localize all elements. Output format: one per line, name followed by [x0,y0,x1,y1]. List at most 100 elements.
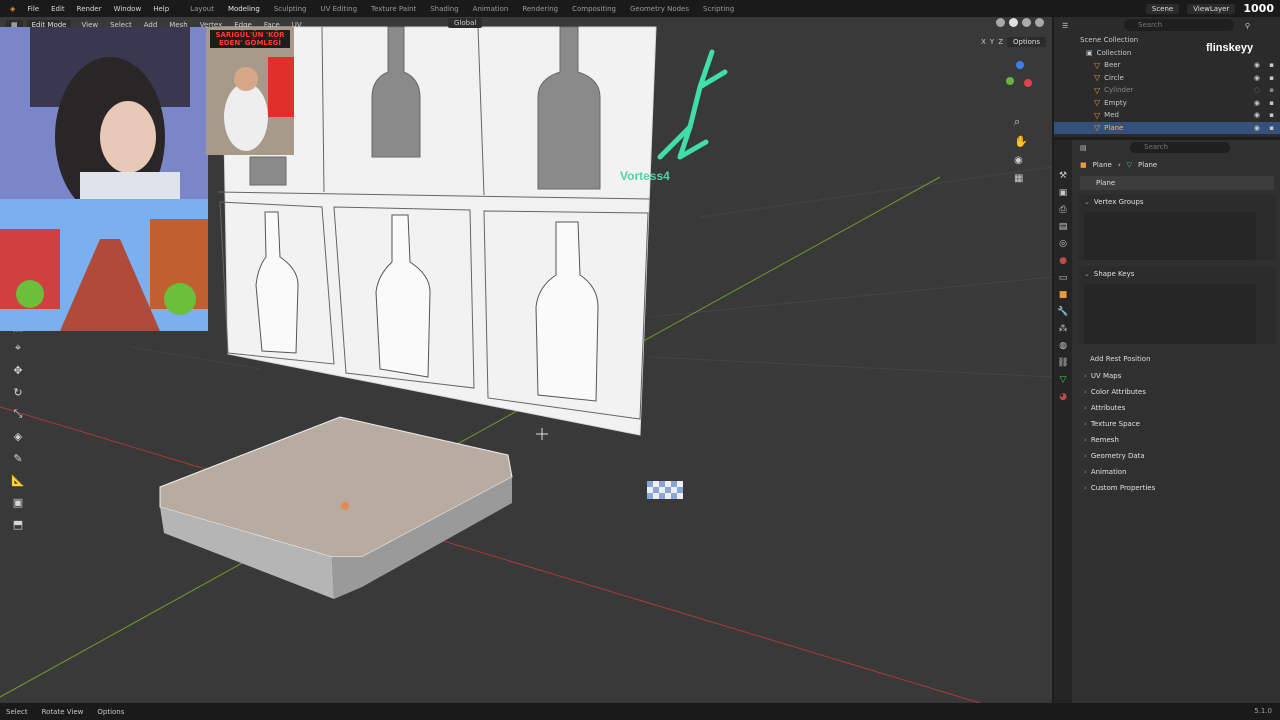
cursor-icon[interactable]: ⌖ [8,339,28,357]
modifier-tab-icon[interactable]: 🔧 [1057,306,1069,318]
rotate-icon[interactable]: ↻ [8,383,28,401]
3d-viewport[interactable]: ▦ Edit Mode View Select Add Mesh Vertex … [0,17,1052,703]
outliner-display-icon[interactable]: ☰ [1062,22,1068,30]
annotate-icon[interactable]: ✎ [8,449,28,467]
tab-animation[interactable]: Animation [466,5,516,13]
measure-icon[interactable]: 📐 [8,471,28,489]
outliner-search-input[interactable]: Search [1124,19,1234,31]
menu-file[interactable]: File [21,5,45,13]
render-camera-icon[interactable]: ▪ [1269,111,1274,119]
outliner-item-label: Med [1104,111,1119,120]
solid-shading-icon[interactable] [1009,18,1018,27]
vertex-groups-list[interactable] [1084,212,1256,260]
outliner-item-med[interactable]: ▽ Med ◉ ▪ [1054,109,1280,122]
menu-edit[interactable]: Edit [45,5,71,13]
tab-geometry-nodes[interactable]: Geometry Nodes [623,5,696,13]
properties-search-input[interactable]: Search [1130,142,1230,153]
view-layer-selector[interactable]: ViewLayer [1187,3,1236,14]
attributes-panel[interactable]: › Attributes [1078,400,1276,416]
animation-panel[interactable]: › Animation [1078,464,1276,480]
scene-selectors: Scene ViewLayer 1000 [1145,0,1274,17]
rendered-shading-icon[interactable] [1035,18,1044,27]
tab-uv-editing[interactable]: UV Editing [314,5,365,13]
world-tab-icon[interactable]: ● [1057,255,1069,267]
tab-scripting[interactable]: Scripting [696,5,741,13]
properties-panel: ⚒ ▣ ⎙ ▤ ◎ ● ▭ ■ 🔧 ⁂ ◍ ⛓ ▽ ◕ ▤ Search ■ P… [1054,140,1280,703]
axis-z-toggle[interactable]: Z [998,38,1003,46]
tab-shading[interactable]: Shading [423,5,465,13]
particles-tab-icon[interactable]: ⁂ [1057,323,1069,335]
render-tab-icon[interactable]: ▣ [1057,187,1069,199]
custom-properties-panel[interactable]: › Custom Properties [1078,480,1276,496]
extrude-icon[interactable]: ⬒ [8,515,28,533]
move-icon[interactable]: ✥ [8,361,28,379]
collection-tab-icon[interactable]: ▭ [1057,272,1069,284]
data-tab-icon[interactable]: ▽ [1057,374,1069,386]
chevron-down-icon: ⌄ [1084,270,1090,278]
material-tab-icon[interactable]: ◕ [1057,391,1069,403]
filter-icon[interactable]: ⚲ [1245,22,1250,30]
visibility-eye-icon[interactable]: ◉ [1254,61,1260,69]
tab-compositing[interactable]: Compositing [565,5,623,13]
breadcrumb: ■ Plane › ▽ Plane [1074,156,1280,174]
navigation-gizmo[interactable]: ⌕ ✋ ◉ ▦ [1002,57,1042,197]
add-cube-icon[interactable]: ▣ [8,493,28,511]
object-tab-icon[interactable]: ■ [1057,289,1069,301]
render-camera-icon[interactable]: ▪ [1269,86,1274,94]
mesh-name-field[interactable]: Plane [1080,176,1274,190]
tab-modeling[interactable]: Modeling [221,5,267,13]
view-layer-tab-icon[interactable]: ▤ [1057,221,1069,233]
chevron-right-icon: › [1084,436,1087,444]
outliner-item-cylinder[interactable]: ▽ Cylinder ◌ ▪ [1054,84,1280,97]
outliner-item-plane[interactable]: ▽ Plane ◉ ▪ [1054,121,1280,134]
geometry-data-panel[interactable]: › Geometry Data [1078,448,1276,464]
scene-tab-icon[interactable]: ◎ [1057,238,1069,250]
visibility-eye-icon[interactable]: ◉ [1254,74,1260,82]
remesh-panel[interactable]: › Remesh [1078,432,1276,448]
wireframe-shading-icon[interactable] [996,18,1005,27]
properties-editor-icon[interactable]: ▤ [1080,144,1087,152]
menu-window[interactable]: Window [108,5,148,13]
color-attributes-panel[interactable]: › Color Attributes [1078,384,1276,400]
tab-rendering[interactable]: Rendering [515,5,565,13]
visibility-eye-icon[interactable]: ◉ [1254,111,1260,119]
transform-orientation-select[interactable]: Global [448,18,483,28]
image-empty-checker [647,481,683,499]
render-camera-icon[interactable]: ▪ [1269,99,1274,107]
axis-x-toggle[interactable]: X [981,38,986,46]
blender-logo-icon[interactable]: ◈ [4,5,21,13]
add-rest-position-checkbox[interactable]: Add Rest Position [1074,350,1280,368]
scene-collection-label: Scene Collection [1080,36,1139,45]
scene-selector[interactable]: Scene [1145,3,1180,14]
vertex-groups-header[interactable]: ⌄ Vertex Groups [1078,194,1276,210]
outliner-item-empty[interactable]: ▽ Empty ◉ ▪ [1054,97,1280,110]
constraints-tab-icon[interactable]: ⛓ [1057,357,1069,369]
render-camera-icon[interactable]: ▪ [1269,124,1274,132]
outliner-item-beer[interactable]: ▽ Beer ◉ ▪ [1054,59,1280,72]
status-bar: Select Rotate View Options 5.1.0 [0,703,1280,720]
visibility-eye-icon[interactable]: ◌ [1254,86,1260,94]
outliner-item-circle[interactable]: ▽ Circle ◉ ▪ [1054,72,1280,85]
render-camera-icon[interactable]: ▪ [1269,74,1274,82]
material-shading-icon[interactable] [1022,18,1031,27]
tab-texture-paint[interactable]: Texture Paint [364,5,423,13]
transform-icon[interactable]: ◈ [8,427,28,445]
texture-space-panel[interactable]: › Texture Space [1078,416,1276,432]
tool-tab-icon[interactable]: ⚒ [1057,170,1069,182]
tab-layout[interactable]: Layout [183,5,221,13]
tab-sculpting[interactable]: Sculpting [267,5,314,13]
visibility-eye-icon[interactable]: ◉ [1254,99,1260,107]
physics-tab-icon[interactable]: ◍ [1057,340,1069,352]
uv-maps-panel[interactable]: › UV Maps [1078,368,1276,384]
status-select: Select [6,707,28,716]
output-tab-icon[interactable]: ⎙ [1057,204,1069,216]
scale-icon[interactable]: ⤡ [8,405,28,423]
options-button[interactable]: Options [1006,37,1046,47]
menu-render[interactable]: Render [71,5,108,13]
shape-keys-list[interactable] [1084,284,1256,344]
visibility-eye-icon[interactable]: ◉ [1254,124,1260,132]
menu-help[interactable]: Help [147,5,175,13]
axis-y-toggle[interactable]: Y [990,38,994,46]
render-camera-icon[interactable]: ▪ [1269,61,1274,69]
shape-keys-header[interactable]: ⌄ Shape Keys [1078,266,1276,282]
